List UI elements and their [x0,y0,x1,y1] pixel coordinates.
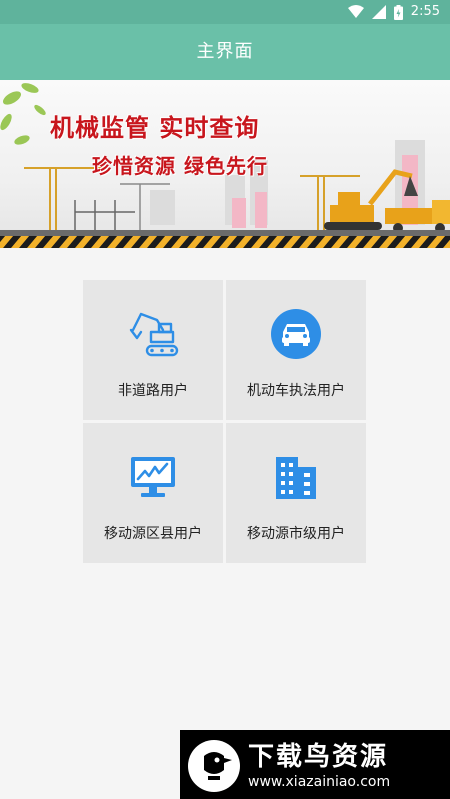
wifi-icon [347,5,364,18]
tile-city-source-user[interactable]: 移动源市级用户 [226,423,366,563]
status-time: 2:55 [410,4,440,19]
tile-label: 非道路用户 [118,383,188,399]
signal-icon [371,5,386,19]
monitor-chart-icon [131,457,175,497]
watermark: 下载鸟资源 www.xiazainiao.com [180,730,450,799]
tile-nonroad-user[interactable]: 非道路用户 [83,280,223,420]
banner: 机械监管 实时查询 珍惜资源 绿色先行 [0,80,450,248]
tile-label: 机动车执法用户 [247,383,345,399]
watermark-title: 下载鸟资源 [248,742,389,772]
bird-logo-icon [188,740,240,792]
status-bar: 2:55 [0,0,450,24]
app-bar: 主界面 [0,24,450,80]
tile-label: 移动源市级用户 [247,526,345,542]
excavator-icon [129,312,179,357]
page-title: 主界面 [196,41,254,62]
tile-label: 移动源区县用户 [104,526,202,542]
tile-district-source-user[interactable]: 移动源区县用户 [83,423,223,563]
watermark-url: www.xiazainiao.com [248,774,391,790]
building-icon [276,457,316,499]
tile-vehicle-enforcement-user[interactable]: 机动车执法用户 [226,280,366,420]
banner-slogan-2: 珍惜资源 绿色先行 [92,154,268,178]
status-icons: 2:55 [347,4,440,20]
car-icon [271,309,321,359]
banner-slogan-1: 机械监管 实时查询 [50,114,260,142]
battery-icon [393,4,403,20]
menu-grid: 非道路用户 机动车执法用户 移动源区县用户 移动源市级用户 [83,280,366,563]
